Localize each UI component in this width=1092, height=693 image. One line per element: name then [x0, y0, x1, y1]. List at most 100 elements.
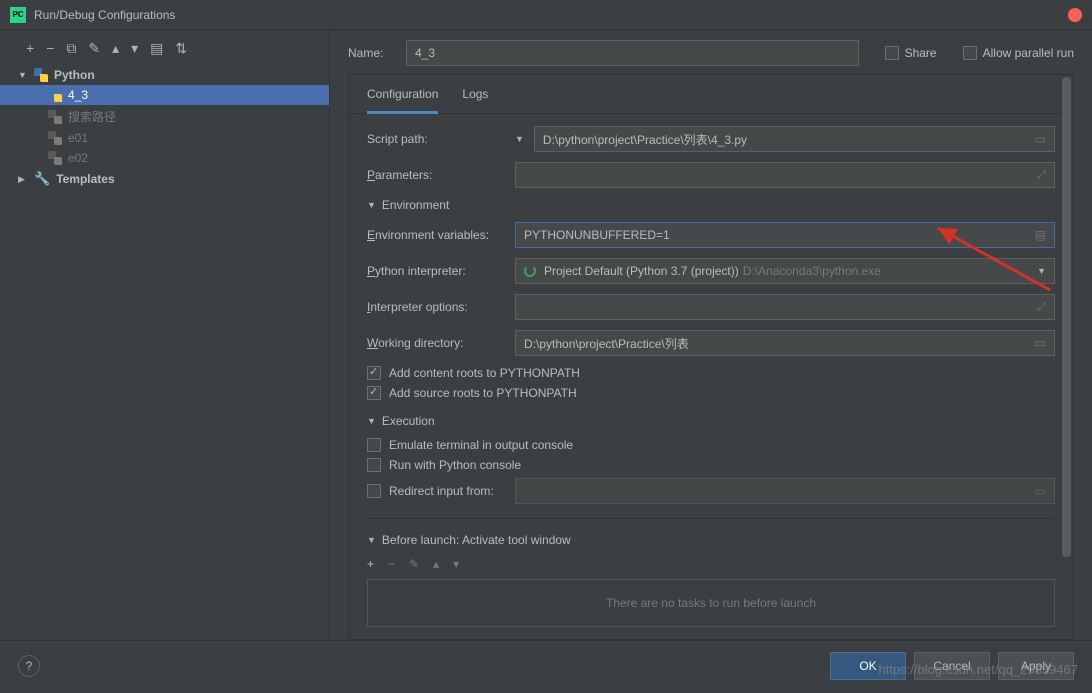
window-title: Run/Debug Configurations [34, 8, 1068, 22]
folder-icon[interactable]: ▤ [150, 40, 163, 57]
config-content: Configuration Logs Script path: ▼ D:\pyt… [348, 74, 1074, 640]
tree-item-e02[interactable]: e02 [0, 148, 329, 168]
working-dir-input[interactable]: D:\python\project\Practice\列表 ▭ [515, 330, 1055, 356]
script-path-label: Script path: [367, 132, 515, 146]
script-path-mode-dropdown[interactable]: ▼ [515, 134, 524, 144]
python-icon [34, 68, 48, 82]
interpreter-select[interactable]: Project Default (Python 3.7 (project)) D… [515, 258, 1055, 284]
redirect-input-field[interactable]: ▭ [515, 478, 1055, 504]
redirect-input-label: Redirect input from: [389, 484, 515, 498]
interpreter-value: Project Default (Python 3.7 (project)) [544, 264, 739, 278]
working-dir-value: D:\python\project\Practice\列表 [524, 335, 689, 352]
no-tasks-placeholder: There are no tasks to run before launch [367, 579, 1055, 627]
chevron-right-icon: ▶ [18, 174, 28, 185]
titlebar: PC Run/Debug Configurations [0, 0, 1092, 30]
tree-group-label: Templates [56, 172, 114, 186]
execution-section-label: Execution [382, 414, 435, 428]
emulate-terminal-label: Emulate terminal in output console [389, 438, 573, 452]
tab-configuration[interactable]: Configuration [367, 83, 438, 114]
wrench-icon: 🔧 [34, 171, 50, 187]
chevron-down-icon: ▼ [367, 416, 376, 426]
python-icon [48, 131, 62, 145]
interp-options-input[interactable]: ⤢ [515, 294, 1055, 320]
before-launch-section-toggle[interactable]: ▼ Before launch: Activate tool window [367, 533, 1055, 547]
edit-task-icon[interactable]: ✎ [409, 557, 419, 571]
sort-icon[interactable]: ⇅ [175, 40, 187, 57]
tree-item-label: e01 [68, 131, 88, 145]
share-checkbox[interactable] [885, 46, 899, 60]
chevron-down-icon: ▼ [367, 535, 376, 545]
pycharm-icon: PC [10, 7, 26, 23]
script-path-value: D:\python\project\Practice\列表\4_3.py [543, 131, 747, 148]
interp-options-label: Interpreter options: [367, 300, 515, 314]
python-icon [48, 151, 62, 165]
working-dir-label: Working directory: [367, 336, 515, 350]
env-vars-edit-icon[interactable]: ▤ [1035, 228, 1046, 242]
move-up-icon[interactable]: ▴ [112, 40, 119, 57]
env-vars-input[interactable]: PYTHONUNBUFFERED=1 ▤ [515, 222, 1055, 248]
scrollbar[interactable] [1062, 77, 1071, 637]
edit-defaults-icon[interactable]: ✎ [88, 40, 100, 57]
python-icon [48, 110, 62, 124]
tree-item-e01[interactable]: e01 [0, 128, 329, 148]
tree-item-label: 4_3 [68, 88, 88, 102]
browse-folder-icon[interactable]: ▭ [1035, 484, 1046, 498]
interpreter-label: Python interpreter: [367, 264, 515, 278]
tab-logs[interactable]: Logs [462, 83, 488, 113]
tree-item-label: e02 [68, 151, 88, 165]
interpreter-path: D:\Anaconda3\python.exe [743, 264, 881, 278]
expand-icon[interactable]: ⤢ [1037, 301, 1046, 314]
remove-task-icon[interactable]: − [388, 557, 395, 571]
expand-icon[interactable]: ⤢ [1037, 169, 1046, 182]
add-task-icon[interactable]: + [367, 557, 374, 571]
before-launch-label: Before launch: Activate tool window [382, 533, 571, 547]
configuration-editor: Name: Share Allow parallel run Configura… [330, 30, 1092, 640]
help-button[interactable]: ? [18, 655, 40, 677]
add-icon[interactable]: + [26, 40, 34, 57]
copy-icon[interactable]: ⧉ [66, 40, 76, 57]
python-icon [48, 88, 62, 102]
parameters-input[interactable]: ⤢ [515, 162, 1055, 188]
tree-item-label: 搜索路径 [68, 108, 116, 125]
tree-item-search-path[interactable]: 搜索路径 [0, 105, 329, 128]
configurations-tree-panel: + − ⧉ ✎ ▴ ▾ ▤ ⇅ ▼ Python 4_3 搜索路径 [0, 30, 330, 640]
add-source-roots-checkbox[interactable] [367, 386, 381, 400]
add-content-roots-label: Add content roots to PYTHONPATH [389, 366, 580, 380]
watermark: https://blog.csdn.net/qq_29339467 [879, 662, 1079, 677]
emulate-terminal-checkbox[interactable] [367, 438, 381, 452]
tree-group-label: Python [54, 68, 95, 82]
chevron-down-icon: ▼ [367, 200, 376, 210]
environment-section-label: Environment [382, 198, 449, 212]
browse-folder-icon[interactable]: ▭ [1035, 132, 1046, 146]
add-source-roots-label: Add source roots to PYTHONPATH [389, 386, 577, 400]
parameters-label: Parameters: [367, 168, 515, 182]
env-vars-label: Environment variables: [367, 228, 515, 242]
loading-spinner-icon [524, 265, 536, 277]
tree-group-templates[interactable]: ▶ 🔧 Templates [0, 168, 329, 190]
close-dot-icon[interactable] [1068, 8, 1082, 22]
tree-group-python[interactable]: ▼ Python [0, 65, 329, 85]
before-launch-toolbar: + − ✎ ▴ ▾ [367, 557, 1055, 571]
allow-parallel-checkbox[interactable] [963, 46, 977, 60]
name-label: Name: [348, 46, 394, 60]
script-path-input[interactable]: D:\python\project\Practice\列表\4_3.py ▭ [534, 126, 1055, 152]
move-down-task-icon[interactable]: ▾ [453, 557, 459, 571]
move-up-task-icon[interactable]: ▴ [433, 557, 439, 571]
move-down-icon[interactable]: ▾ [131, 40, 138, 57]
run-with-console-label: Run with Python console [389, 458, 521, 472]
environment-section-toggle[interactable]: ▼ Environment [367, 198, 1055, 212]
execution-section-toggle[interactable]: ▼ Execution [367, 414, 1055, 428]
tree-toolbar: + − ⧉ ✎ ▴ ▾ ▤ ⇅ [0, 36, 329, 65]
chevron-down-icon: ▼ [1037, 266, 1046, 276]
name-input[interactable] [406, 40, 859, 66]
add-content-roots-checkbox[interactable] [367, 366, 381, 380]
env-vars-value: PYTHONUNBUFFERED=1 [524, 228, 670, 242]
allow-parallel-label: Allow parallel run [983, 46, 1074, 60]
chevron-down-icon: ▼ [18, 70, 28, 80]
run-with-console-checkbox[interactable] [367, 458, 381, 472]
tree-item-4-3[interactable]: 4_3 [0, 85, 329, 105]
browse-folder-icon[interactable]: ▭ [1035, 336, 1046, 350]
remove-icon[interactable]: − [46, 40, 54, 57]
redirect-input-checkbox[interactable] [367, 484, 381, 498]
share-label: Share [905, 46, 937, 60]
